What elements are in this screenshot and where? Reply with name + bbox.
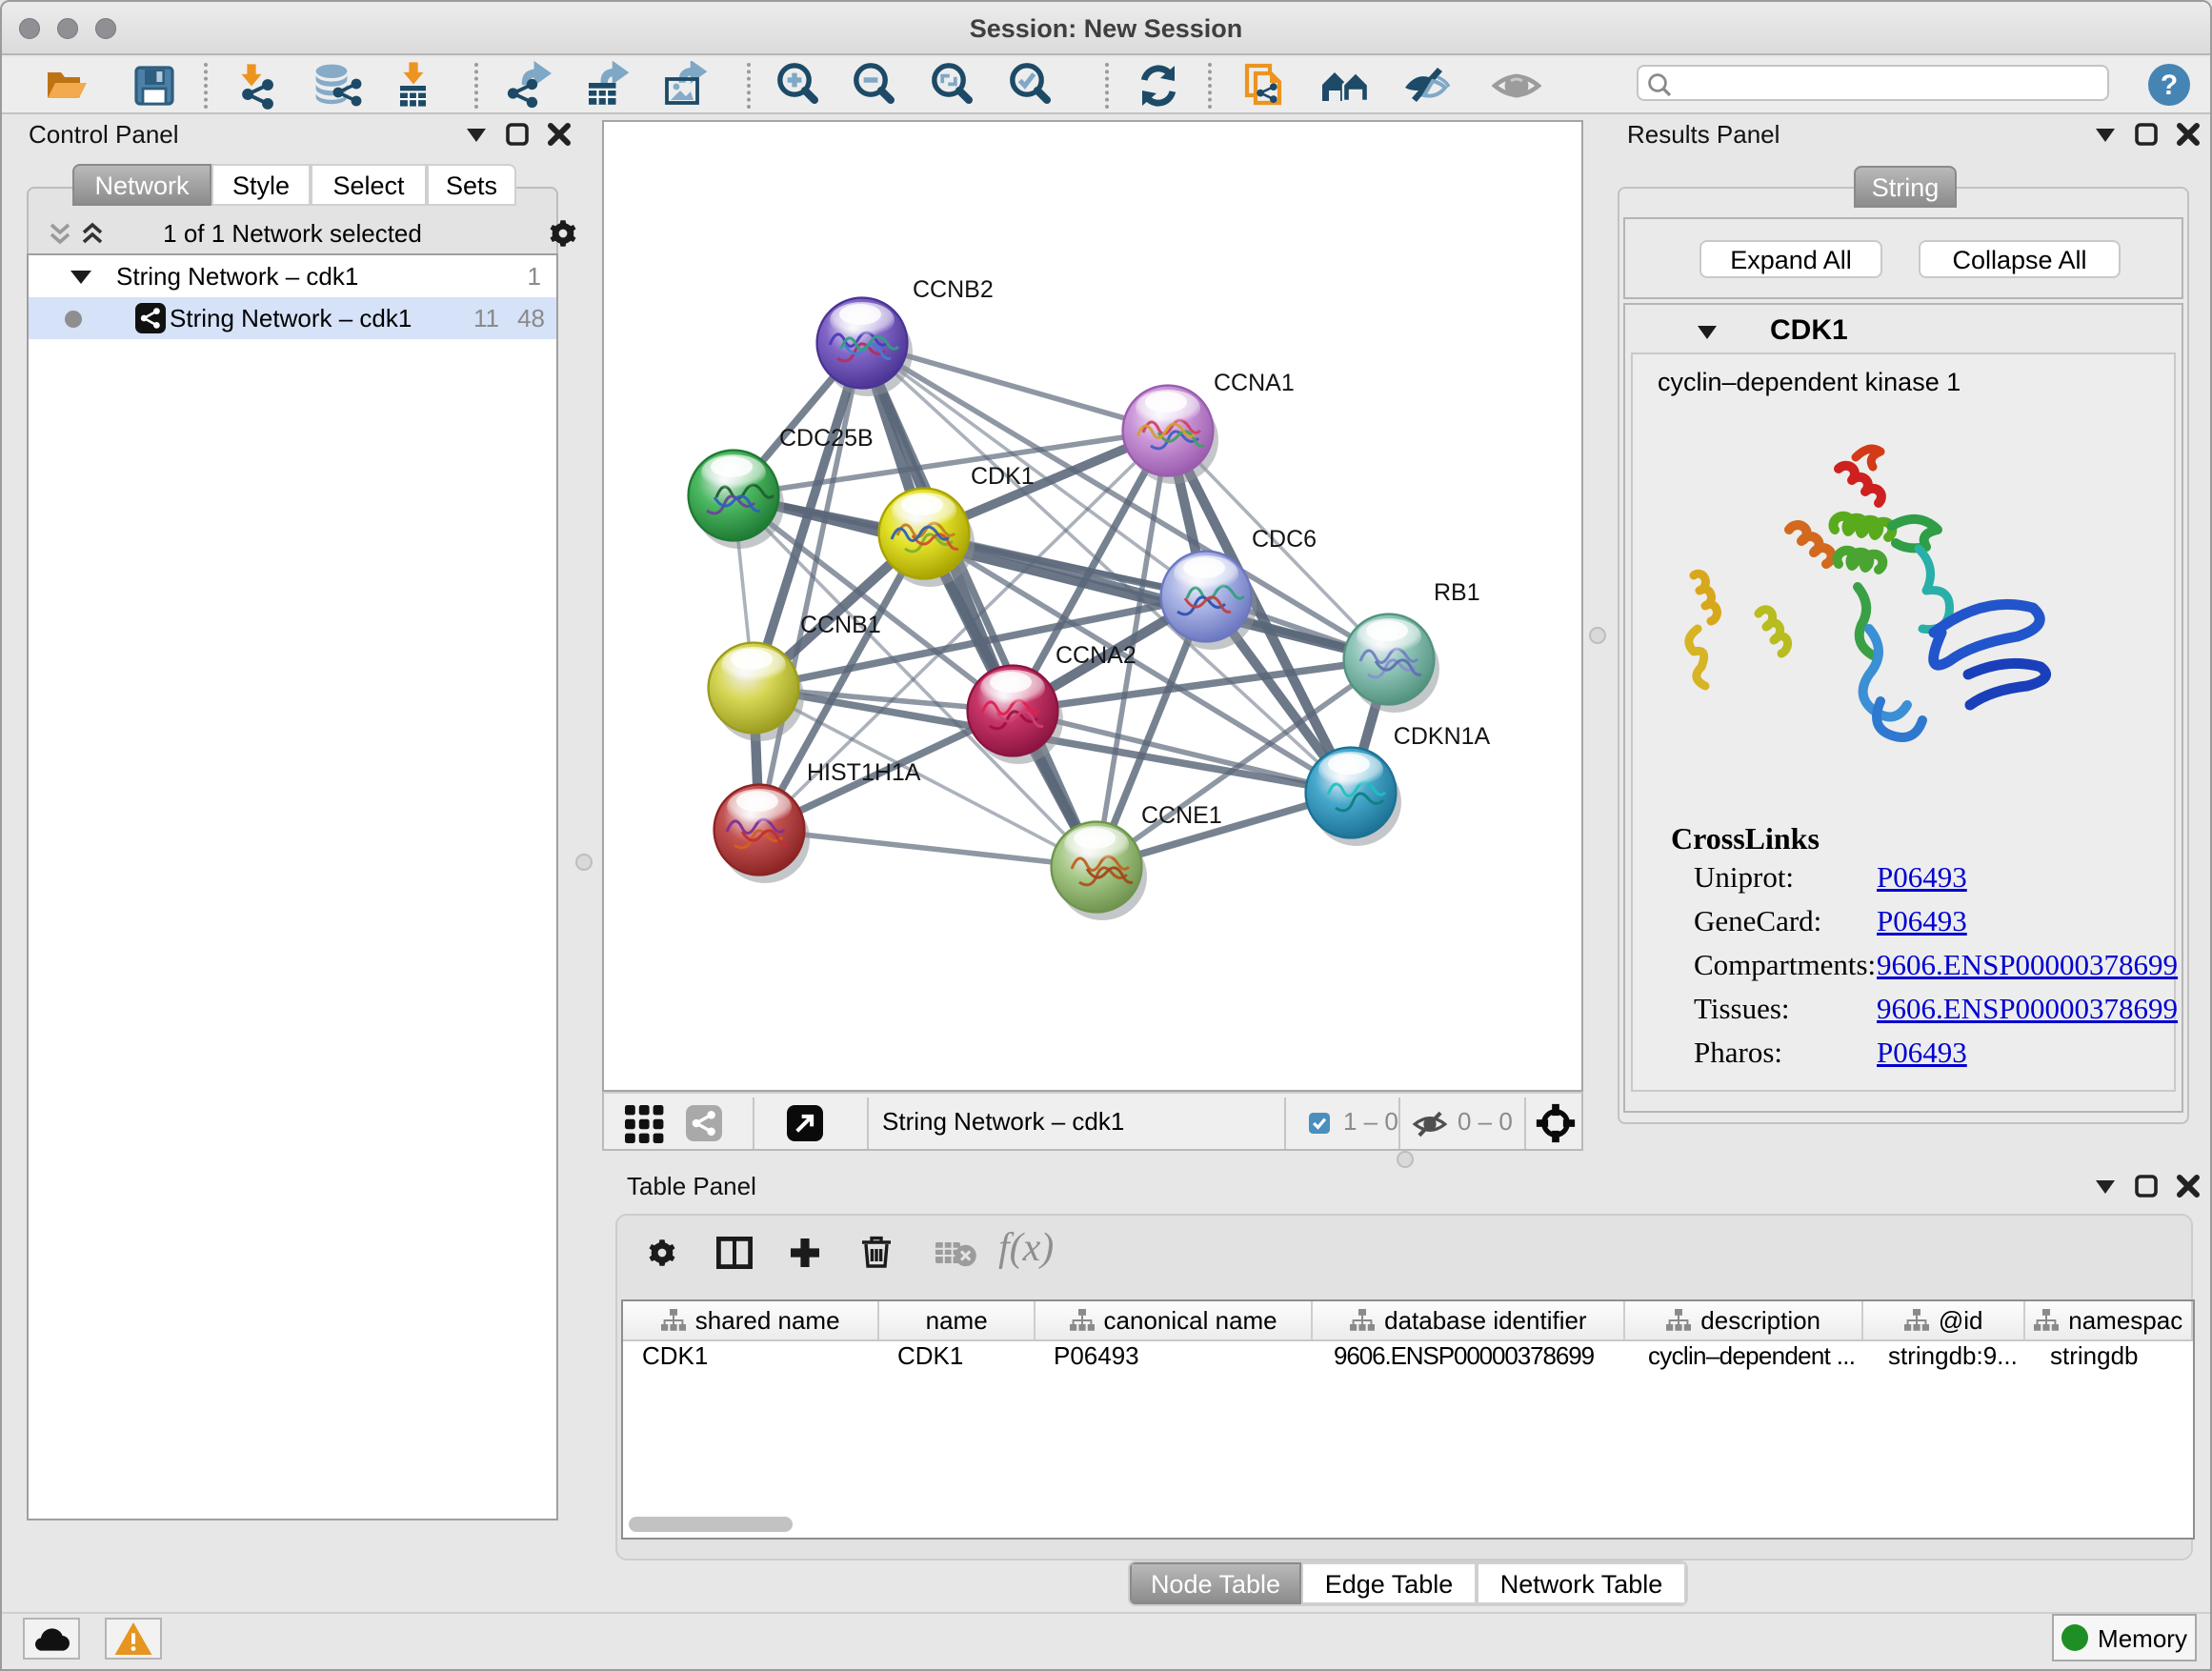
svg-text:RB1: RB1 <box>1434 579 1480 606</box>
svg-text:CCNA2: CCNA2 <box>1056 642 1136 669</box>
svg-text:CDC25B: CDC25B <box>779 425 874 452</box>
svg-text:?: ? <box>2161 70 2178 101</box>
svg-text:CDC6: CDC6 <box>1252 526 1317 553</box>
svg-text:CDKN1A: CDKN1A <box>1394 723 1491 750</box>
svg-text:CCNB1: CCNB1 <box>800 612 881 638</box>
svg-text:CCNB2: CCNB2 <box>913 276 994 303</box>
svg-text:CCNA1: CCNA1 <box>1214 370 1295 396</box>
svg-text:CDK1: CDK1 <box>971 463 1035 490</box>
svg-text:HIST1H1A: HIST1H1A <box>807 759 921 786</box>
svg-text:CCNE1: CCNE1 <box>1141 802 1222 829</box>
